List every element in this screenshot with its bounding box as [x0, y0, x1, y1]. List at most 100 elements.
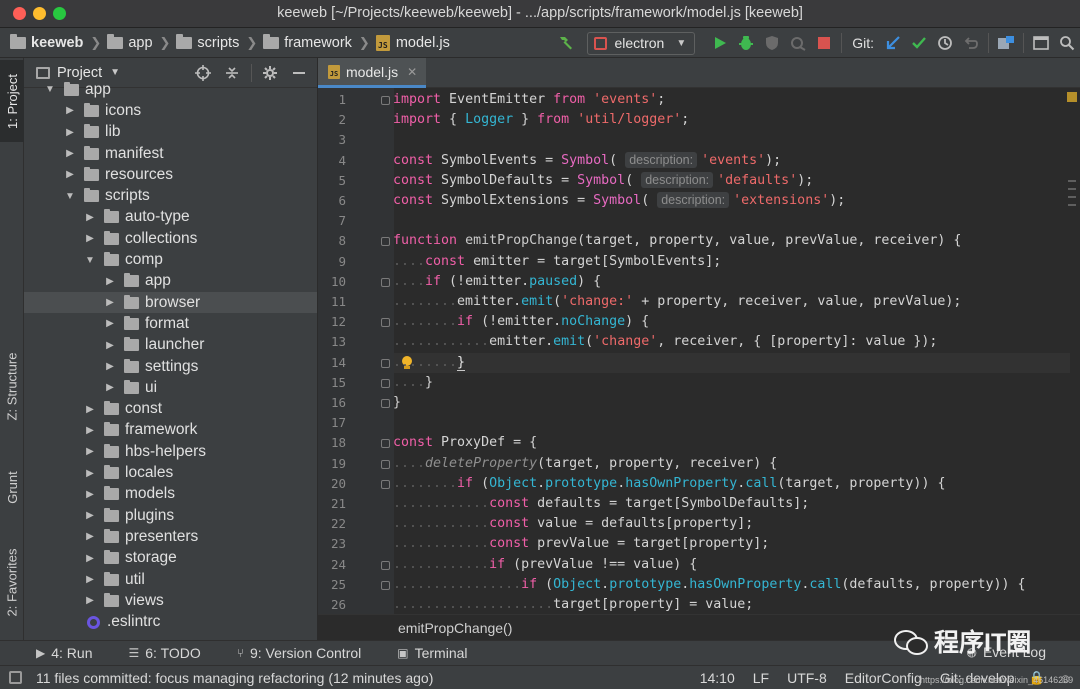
fold-marker-icon[interactable] — [381, 358, 390, 368]
breadcrumb-item-app[interactable]: app ❯ — [107, 34, 176, 51]
chevron-right-icon[interactable]: ▶ — [104, 318, 116, 329]
chevron-right-icon[interactable]: ▶ — [84, 574, 96, 585]
code-line[interactable]: ................if (Object.prototype.has… — [393, 575, 1026, 595]
fold-marker-icon[interactable] — [381, 479, 390, 489]
code-line[interactable]: ....} — [393, 373, 433, 393]
code-line[interactable]: const SymbolExtensions = Symbol( descrip… — [393, 191, 845, 211]
code-line[interactable]: ............emitter.emit('change', recei… — [393, 332, 937, 352]
code-line[interactable]: ............const prevValue = target[pro… — [393, 534, 769, 554]
chevron-right-icon[interactable]: ▶ — [84, 404, 96, 415]
chevron-down-icon[interactable]: ▼ — [44, 84, 56, 95]
chevron-right-icon[interactable]: ▶ — [84, 425, 96, 436]
breadcrumb-item-model-js[interactable]: JS model.js — [375, 35, 450, 51]
tree-row[interactable]: ▶ locales — [24, 462, 317, 483]
code-line[interactable]: ....if (!emitter.paused) { — [393, 272, 601, 292]
fold-marker-icon[interactable] — [381, 580, 390, 590]
code-line[interactable]: ....deleteProperty(target, property, rec… — [393, 454, 777, 474]
editor-config-indicator[interactable]: EditorConfig — [845, 670, 922, 686]
chevron-right-icon[interactable]: ▶ — [84, 233, 96, 244]
tool-tab-favorites[interactable]: 2: Favorites — [0, 534, 24, 630]
chevron-right-icon[interactable]: ▶ — [84, 510, 96, 521]
chevron-down-icon[interactable]: ▼ — [84, 255, 96, 266]
code-line[interactable]: ........} — [393, 353, 466, 373]
code-line[interactable]: ............if (prevValue !== value) { — [393, 555, 697, 575]
tree-row[interactable]: ▶ presenters — [24, 526, 317, 547]
tree-row[interactable]: ▶ format — [24, 313, 317, 334]
code-line[interactable]: ........if (Object.prototype.hasOwnPrope… — [393, 474, 945, 494]
git-history-button[interactable] — [932, 30, 958, 56]
tree-row[interactable]: ▶ icons — [24, 100, 317, 121]
code-line[interactable]: ........emitter.emit('change:' + propert… — [393, 292, 961, 312]
coverage-button[interactable] — [759, 30, 785, 56]
tool-window-run[interactable]: ▶ 4: Run — [36, 645, 92, 661]
fold-marker-icon[interactable] — [381, 378, 390, 388]
debug-button[interactable] — [733, 30, 759, 56]
inspection-status-icon[interactable] — [1067, 92, 1077, 102]
line-separator[interactable]: LF — [753, 670, 769, 686]
presentation-mode-button[interactable] — [1028, 30, 1054, 56]
project-structure-button[interactable] — [993, 30, 1019, 56]
stop-button[interactable] — [811, 30, 837, 56]
tree-row[interactable]: ▶ app — [24, 271, 317, 292]
chevron-right-icon[interactable]: ▶ — [84, 531, 96, 542]
file-encoding[interactable]: UTF-8 — [787, 670, 827, 686]
chevron-right-icon[interactable]: ▶ — [104, 297, 116, 308]
fold-marker-icon[interactable] — [381, 459, 390, 469]
search-everywhere-button[interactable] — [1054, 30, 1080, 56]
tree-row[interactable]: ▶ settings — [24, 356, 317, 377]
tree-row[interactable]: ▶ resources — [24, 164, 317, 185]
chevron-right-icon[interactable]: ▶ — [104, 276, 116, 287]
profile-button[interactable] — [785, 30, 811, 56]
code-line[interactable]: function emitPropChange(target, property… — [393, 231, 961, 251]
fold-marker-icon[interactable] — [381, 96, 390, 105]
chevron-right-icon[interactable]: ▶ — [84, 446, 96, 457]
code-line[interactable]: const ProxyDef = { — [393, 433, 537, 453]
tree-row[interactable]: ▶ storage — [24, 548, 317, 569]
chevron-right-icon[interactable]: ▶ — [64, 148, 76, 159]
tree-row[interactable]: ▼ scripts — [24, 186, 317, 207]
code-line[interactable]: const SymbolEvents = Symbol( description… — [393, 151, 781, 171]
breadcrumb-item-framework[interactable]: framework ❯ — [263, 34, 376, 51]
tree-row[interactable]: ▶ models — [24, 484, 317, 505]
breadcrumb-item-keeweb[interactable]: keeweb ❯ — [10, 34, 107, 51]
editor-tab-model-js[interactable]: JS model.js ✕ — [318, 58, 426, 88]
tool-window-todo[interactable]: ☰ 6: TODO — [128, 645, 200, 661]
caret-position[interactable]: 14:10 — [700, 670, 735, 686]
tree-row[interactable]: ▶ plugins — [24, 505, 317, 526]
build-hammer-button[interactable] — [553, 30, 579, 56]
chevron-right-icon[interactable]: ▶ — [104, 361, 116, 372]
run-configuration-select[interactable]: electron ▼ — [586, 31, 696, 55]
breadcrumb-item-scripts[interactable]: scripts ❯ — [176, 34, 263, 51]
chevron-right-icon[interactable]: ▶ — [84, 489, 96, 500]
tool-windows-toggle-icon[interactable] — [9, 671, 22, 684]
code-editor[interactable]: 1 2 3 4 5 6 7 8 9 10 11 12 13 14 15 16 17 18 19 20 21 22 23 24 2… — [318, 88, 1080, 614]
fold-marker-icon[interactable] — [381, 237, 390, 247]
tool-tab-grunt[interactable]: Grunt — [0, 454, 24, 520]
git-update-button[interactable] — [880, 30, 906, 56]
code-line[interactable]: import EventEmitter from 'events'; — [393, 90, 665, 110]
tree-row[interactable]: ▶ util — [24, 569, 317, 590]
tree-row[interactable]: ▶ manifest — [24, 143, 317, 164]
git-commit-button[interactable] — [906, 30, 932, 56]
tree-row[interactable]: ▶ launcher — [24, 335, 317, 356]
fold-marker-icon[interactable] — [381, 277, 390, 287]
fold-marker-icon[interactable] — [381, 318, 390, 328]
tree-row[interactable]: ▶ const — [24, 399, 317, 420]
tree-row[interactable]: ▼ app — [24, 79, 317, 100]
status-message[interactable]: 11 files committed: focus managing refac… — [36, 670, 433, 686]
fold-marker-icon[interactable] — [381, 439, 390, 449]
chevron-right-icon[interactable]: ▶ — [104, 382, 116, 393]
tree-row[interactable]: ▶ browser — [24, 292, 317, 314]
code-line[interactable]: const SymbolDefaults = Symbol( descripti… — [393, 171, 813, 191]
tree-row[interactable]: ▶ hbs-helpers — [24, 441, 317, 462]
tree-row[interactable]: ▶ ui — [24, 377, 317, 398]
tool-window-terminal[interactable]: ▣ Terminal — [397, 645, 467, 661]
chevron-right-icon[interactable]: ▶ — [64, 127, 76, 138]
chevron-right-icon[interactable]: ▶ — [64, 105, 76, 116]
chevron-down-icon[interactable]: ▼ — [64, 191, 76, 202]
chevron-right-icon[interactable]: ▶ — [84, 553, 96, 564]
code-line[interactable]: import { Logger } from 'util/logger'; — [393, 110, 689, 130]
git-rollback-button[interactable] — [958, 30, 984, 56]
fold-marker-icon[interactable] — [381, 399, 390, 408]
tree-row[interactable]: ▶ framework — [24, 420, 317, 441]
